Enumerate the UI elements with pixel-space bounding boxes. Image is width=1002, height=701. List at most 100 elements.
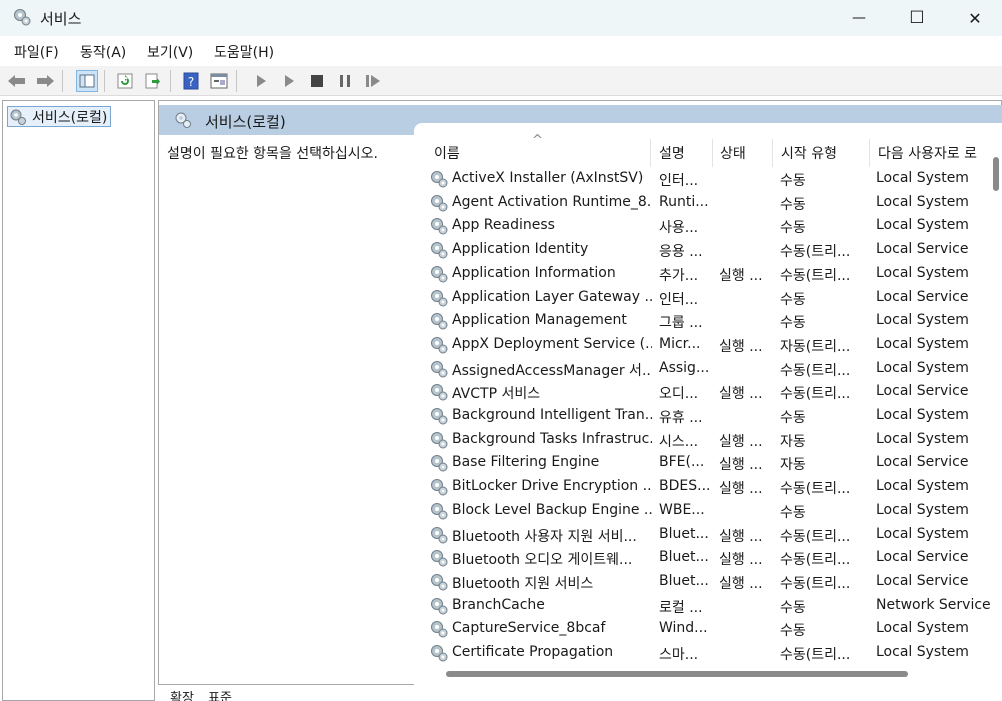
services-gear-icon <box>10 109 26 125</box>
tab-extended[interactable]: 확장 <box>170 687 194 701</box>
column-divider[interactable] <box>772 139 773 167</box>
service-description: 인터... <box>659 291 699 308</box>
column-header-description[interactable]: 설명 <box>659 143 685 163</box>
column-divider[interactable] <box>650 139 651 167</box>
window-title: 서비스 <box>40 10 82 28</box>
menu-view[interactable]: 보기(V) <box>147 42 193 62</box>
service-gear-icon <box>429 501 449 525</box>
service-gear-icon <box>429 311 449 335</box>
service-name: Application Management <box>452 312 627 329</box>
tree-node-services-local[interactable]: 서비스(로컬) <box>7 106 112 127</box>
horizontal-scrollbar-thumb[interactable] <box>446 671 908 677</box>
service-gear-icon <box>429 596 449 620</box>
service-name: Background Intelligent Tran... <box>452 407 652 423</box>
column-header-name[interactable]: 이름 <box>434 143 460 163</box>
close-icon: ✕ <box>968 8 982 28</box>
service-gear-icon <box>429 382 449 406</box>
service-description: 유휴 ... <box>659 410 703 426</box>
service-status: 실행 ... <box>719 481 763 498</box>
menu-file[interactable]: 파일(F) <box>14 42 59 62</box>
service-row[interactable]: BranchCache 로컬 ... 수동 Network Service <box>414 594 1002 618</box>
service-row[interactable]: Base Filtering Engine BFE(... 실행 ... 자동 Loca… <box>414 451 1002 475</box>
service-row[interactable]: AssignedAccessManager 서... Assig... 수동(트리.… <box>414 357 1002 381</box>
refresh-button[interactable] <box>114 70 136 92</box>
service-gear-icon <box>429 477 449 501</box>
column-header-log-on-as[interactable]: 다음 사용자로 로 <box>878 143 977 163</box>
service-startup-type: 자동(트리... <box>780 338 851 355</box>
column-divider[interactable] <box>869 139 870 167</box>
service-name: AssignedAccessManager 서... <box>452 362 652 379</box>
service-row[interactable]: Background Intelligent Tran... 유휴 ... 수동 Lo… <box>414 404 1002 428</box>
help-button[interactable]: ? <box>180 70 202 92</box>
service-startup-type: 수동 <box>780 504 806 521</box>
service-row[interactable]: AVCTP 서비스 오디... 실행 ... 수동(트리... Local Servic… <box>414 380 1002 404</box>
service-name: Bluetooth 오디오 게이트웨... <box>452 552 633 569</box>
export-list-button[interactable] <box>142 70 164 92</box>
toolbar-separator <box>170 70 171 92</box>
view-tabs: 확장 표준 <box>158 685 1002 701</box>
service-row[interactable]: BitLocker Drive Encryption ... BDES... 실행 … <box>414 475 1002 499</box>
properties-button[interactable] <box>208 70 230 92</box>
service-row[interactable]: Bluetooth 오디오 게이트웨... Bluet... 실행 ... 수동(트리… <box>414 546 1002 570</box>
forward-button[interactable] <box>34 70 56 92</box>
service-row[interactable]: Application Layer Gateway ... 인터... 수동 Loca… <box>414 286 1002 310</box>
service-row[interactable]: Certificate Propagation 스마... 수동(트리... Loca… <box>414 641 1002 665</box>
vertical-scrollbar-thumb[interactable] <box>993 157 999 191</box>
service-description: BFE(... <box>659 454 705 471</box>
tab-standard[interactable]: 표준 <box>208 687 232 701</box>
service-gear-icon <box>429 264 449 288</box>
service-description: Assig... <box>659 359 709 376</box>
service-name: AVCTP 서비스 <box>452 386 541 403</box>
pause-service-button[interactable] <box>334 70 356 92</box>
service-row[interactable]: ActiveX Installer (AxInstSV) 인터... 수동 Local… <box>414 167 1002 191</box>
menu-help[interactable]: 도움말(H) <box>214 42 274 62</box>
service-row[interactable]: CaptureService_8bcaf Wind... 수동 Local Syste… <box>414 617 1002 641</box>
column-divider[interactable] <box>712 139 713 167</box>
restart-service-button[interactable] <box>362 70 384 92</box>
pause-icon <box>340 75 350 87</box>
details-pane: 서비스(로컬) 설명이 필요한 항목을 선택하십시오. ^ 이름 설명 상태 시… <box>158 100 1002 686</box>
service-row[interactable]: Agent Activation Runtime_8... Runti... 수동 L… <box>414 191 1002 215</box>
maximize-icon: ☐ <box>909 8 925 28</box>
column-header-startup-type[interactable]: 시작 유형 <box>781 143 837 163</box>
start-service-alt-button[interactable] <box>278 70 300 92</box>
stop-icon <box>311 75 323 87</box>
service-startup-type: 수동(트리... <box>780 575 851 592</box>
service-log-on-as: Local Service <box>876 241 969 258</box>
start-service-button[interactable] <box>250 70 272 92</box>
toolbar: ? <box>0 66 1002 96</box>
stop-service-button[interactable] <box>306 70 328 92</box>
maximize-button[interactable]: ☐ <box>888 0 946 36</box>
pane-title: 서비스(로컬) <box>205 113 286 131</box>
service-description: 그룹 ... <box>659 315 703 332</box>
back-button[interactable] <box>6 70 28 92</box>
service-name: AppX Deployment Service (... <box>452 335 652 352</box>
service-row[interactable]: Bluetooth 사용자 지원 서비... Bluet... 실행 ... 수동(트… <box>414 523 1002 547</box>
minimize-button[interactable]: — <box>830 0 888 36</box>
service-description: WBE... <box>659 501 705 518</box>
menu-action[interactable]: 동작(A) <box>80 42 126 62</box>
service-log-on-as: Local Service <box>876 288 969 305</box>
service-name: Bluetooth 지원 서비스 <box>452 575 594 592</box>
close-button[interactable]: ✕ <box>946 0 1002 36</box>
service-row[interactable]: Application Information 추가... 실행 ... 수동(트리.… <box>414 262 1002 286</box>
service-row[interactable]: Bluetooth 지원 서비스 Bluet... 실행 ... 수동(트리... Lo… <box>414 570 1002 594</box>
restart-icon <box>366 75 380 87</box>
service-startup-type: 수동 <box>780 315 806 332</box>
service-row[interactable]: Application Management 그룹 ... 수동 Local Syst… <box>414 309 1002 333</box>
properties-icon <box>210 73 228 89</box>
service-log-on-as: Local System <box>876 359 969 376</box>
service-gear-icon <box>429 572 449 596</box>
service-row[interactable]: Block Level Backup Engine ... WBE... 수동 Loc… <box>414 499 1002 523</box>
service-gear-icon <box>429 335 449 359</box>
service-row[interactable]: Background Tasks Infrastruc... 시스... 실행 ..… <box>414 428 1002 452</box>
svg-text:?: ? <box>188 75 194 89</box>
service-description: Bluet... <box>659 572 709 589</box>
service-status: 실행 ... <box>719 433 763 450</box>
column-header-status[interactable]: 상태 <box>720 143 746 163</box>
service-row[interactable]: App Readiness 사용... 수동 Local System <box>414 214 1002 238</box>
service-row[interactable]: AppX Deployment Service (... Micr... 실행 ..… <box>414 333 1002 357</box>
service-row[interactable]: Application Identity 응용 ... 수동(트리... Local … <box>414 238 1002 262</box>
play-outline-icon <box>285 75 294 87</box>
show-hide-console-tree-button[interactable] <box>76 70 98 92</box>
